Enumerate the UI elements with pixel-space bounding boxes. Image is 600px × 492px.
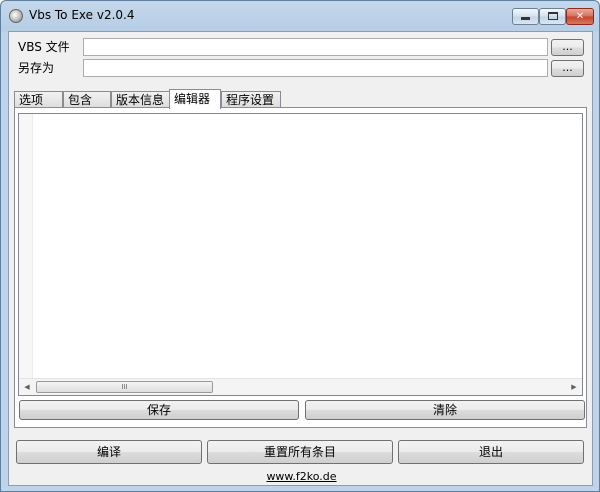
minimize-button[interactable] xyxy=(512,8,539,25)
tab-version-info[interactable]: 版本信息 xyxy=(111,91,171,108)
main-panel: VBS 文件 ... 另存为 ... 选项 包含 版本信息 编辑器 程序设置 ◀… xyxy=(8,31,593,486)
scroll-left-icon[interactable]: ◀ xyxy=(19,379,35,395)
clear-button[interactable]: 清除 xyxy=(305,400,585,420)
exit-button[interactable]: 退出 xyxy=(398,440,584,464)
close-button[interactable]: ✕ xyxy=(566,8,594,25)
vbs-file-browse-button[interactable]: ... xyxy=(551,39,584,56)
horizontal-scrollbar[interactable]: ◀ III ▶ xyxy=(19,378,582,395)
minimize-icon xyxy=(521,17,530,20)
tab-editor[interactable]: 编辑器 xyxy=(169,89,221,109)
save-button[interactable]: 保存 xyxy=(19,400,299,420)
vbs-file-input[interactable] xyxy=(83,38,548,56)
maximize-button[interactable] xyxy=(539,8,566,25)
maximize-icon xyxy=(547,12,558,20)
scroll-thumb[interactable]: III xyxy=(36,381,213,393)
save-as-input[interactable] xyxy=(83,59,548,77)
tab-options[interactable]: 选项 xyxy=(14,91,63,108)
editor-content[interactable] xyxy=(35,116,580,376)
editor-tab-panel: ◀ III ▶ 保存 清除 xyxy=(14,107,587,428)
tab-program-settings[interactable]: 程序设置 xyxy=(221,91,281,108)
close-icon: ✕ xyxy=(575,11,585,22)
editor-line-margin xyxy=(19,114,33,379)
save-as-browse-button[interactable]: ... xyxy=(551,60,584,77)
script-editor[interactable]: ◀ III ▶ xyxy=(18,113,583,396)
app-window: Vbs To Exe v2.0.4 ✕ VBS 文件 ... 另存为 ... 选… xyxy=(0,0,600,492)
website-link[interactable]: www.f2ko.de xyxy=(9,470,594,483)
vbs-file-label: VBS 文件 xyxy=(18,40,70,54)
reset-all-button[interactable]: 重置所有条目 xyxy=(207,440,393,464)
window-title: Vbs To Exe v2.0.4 xyxy=(29,8,135,22)
scroll-right-icon[interactable]: ▶ xyxy=(566,379,582,395)
save-as-label: 另存为 xyxy=(18,61,55,75)
tab-include[interactable]: 包含 xyxy=(63,91,111,108)
app-icon[interactable] xyxy=(9,9,23,23)
compile-button[interactable]: 编译 xyxy=(16,440,202,464)
title-bar[interactable]: Vbs To Exe v2.0.4 ✕ xyxy=(1,1,599,31)
